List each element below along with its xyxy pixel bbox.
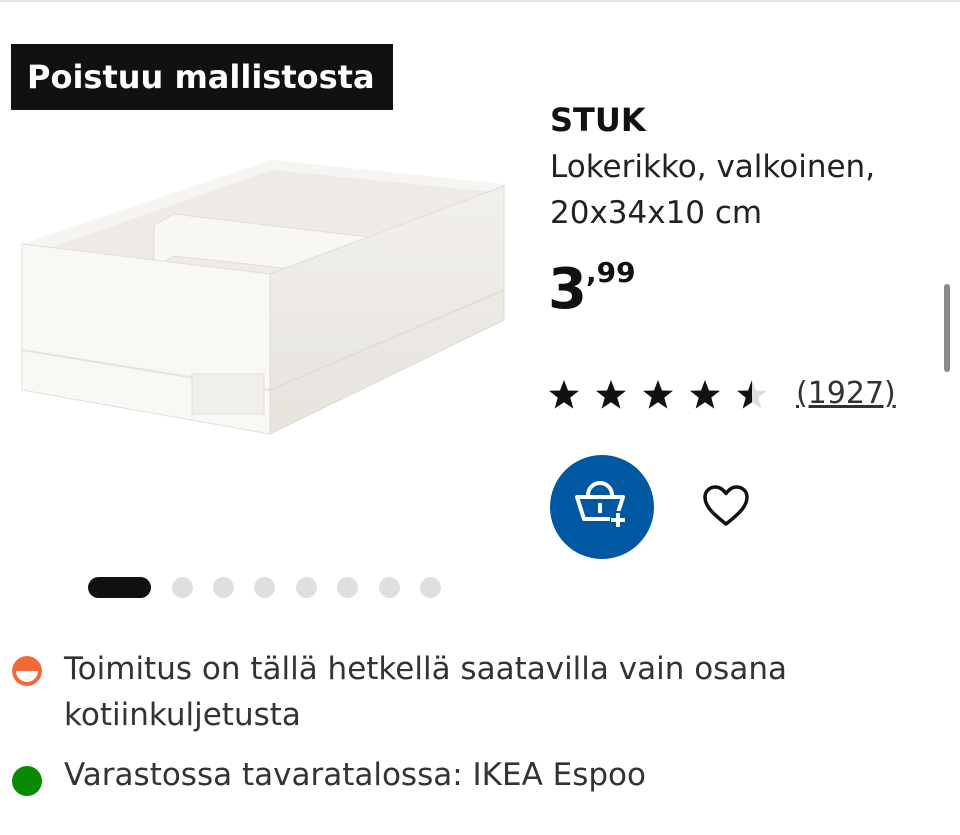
review-count-link[interactable]: (1927): [796, 374, 896, 414]
delivery-status-text: Toimitus on tällä hetkellä saatavilla va…: [64, 651, 787, 733]
favorite-button[interactable]: [700, 482, 752, 532]
storage-box-illustration: [21, 160, 505, 435]
pager-dot[interactable]: [213, 577, 234, 598]
heart-icon: [703, 484, 749, 526]
rating[interactable]: (1927): [548, 374, 908, 414]
star-icon: [690, 380, 720, 409]
image-pager: [88, 576, 448, 598]
pager-dot[interactable]: [379, 577, 400, 598]
top-divider: [0, 0, 960, 2]
partial-availability-icon: [12, 656, 42, 686]
rating-stars: [549, 380, 767, 409]
in-stock-icon: [12, 766, 42, 796]
half-star-icon: [737, 380, 767, 409]
add-to-cart-button[interactable]: [550, 455, 654, 559]
pager-dot[interactable]: [337, 577, 358, 598]
basket-add-icon: [575, 481, 626, 527]
star-icon: [549, 380, 579, 409]
discontinued-badge: Poistuu mallistosta: [11, 44, 393, 110]
product-description: Lokerikko, valkoinen, 20x34x10 cm: [550, 149, 876, 231]
price-decimals: ,99: [585, 256, 636, 289]
pager-dot-active[interactable]: [88, 577, 151, 598]
scrollbar-thumb[interactable]: [944, 284, 950, 372]
price-integer: 3: [548, 257, 587, 322]
product-image[interactable]: [14, 140, 524, 550]
star-icon: [596, 380, 626, 409]
stock-status-text: Varastossa tavaratalossa: IKEA Espoo: [64, 757, 646, 793]
pager-dot[interactable]: [296, 577, 317, 598]
product-name: STUK: [550, 101, 646, 139]
pager-dot[interactable]: [254, 577, 275, 598]
star-icon: [643, 380, 673, 409]
pager-dot[interactable]: [420, 577, 441, 598]
product-price: 3,99: [548, 258, 636, 322]
pager-dot[interactable]: [172, 577, 193, 598]
